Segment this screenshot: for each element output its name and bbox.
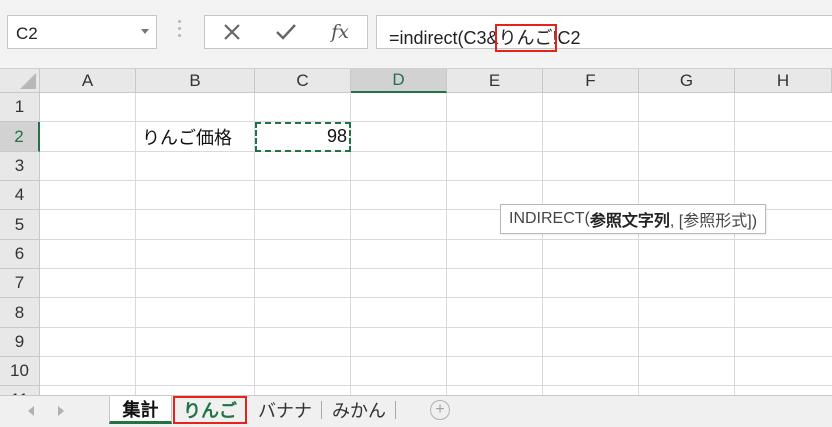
close-icon: [224, 24, 240, 40]
sheet-tab-bar: 集計 りんご バナナ みかん +: [0, 395, 832, 427]
function-tooltip: INDIRECT(参照文字列, [参照形式]): [500, 204, 767, 234]
gridline: [40, 297, 832, 298]
formula-bar-grip: [178, 20, 182, 44]
gridline: [40, 180, 832, 181]
gridline: [40, 239, 832, 240]
row-header-6[interactable]: 6: [0, 240, 40, 269]
tooltip-current-argument[interactable]: 参照文字列: [590, 207, 670, 231]
gridline: [734, 93, 735, 395]
row-header-8[interactable]: 8: [0, 298, 40, 328]
gridline: [40, 268, 832, 269]
column-header-e[interactable]: E: [447, 69, 543, 93]
cell-b2[interactable]: りんご価格: [142, 122, 232, 151]
row-header-10[interactable]: 10: [0, 357, 40, 386]
sheet-tab-summary[interactable]: 集計: [109, 396, 172, 424]
formula-input[interactable]: =indirect(C3&りんご!C2: [376, 15, 832, 52]
sheet-tab-banana[interactable]: バナナ: [250, 396, 320, 424]
column-header-c[interactable]: C: [255, 69, 351, 93]
formula-suffix: !C2: [552, 28, 581, 48]
gridline: [40, 385, 832, 386]
name-box-value: C2: [16, 24, 38, 43]
column-header-a[interactable]: A: [40, 69, 136, 93]
add-sheet-icon[interactable]: +: [430, 400, 450, 420]
column-header-g[interactable]: G: [639, 69, 735, 93]
row-header-2[interactable]: 2: [0, 122, 40, 152]
function-icon: fx: [331, 21, 349, 43]
gridline: [446, 93, 447, 395]
chevron-down-icon[interactable]: [141, 29, 149, 34]
scroll-right-icon[interactable]: [58, 406, 64, 416]
select-all-button[interactable]: [0, 69, 40, 93]
worksheet-grid[interactable]: A B C D E F G H 1 2 3 4 5 6 7 8 9 10 11 …: [0, 69, 832, 395]
gridline: [135, 93, 136, 395]
gridline: [638, 93, 639, 395]
row-header-9[interactable]: 9: [0, 328, 40, 357]
copy-marquee: [255, 122, 351, 152]
formula-prefix: =indirect(C3&: [389, 28, 499, 48]
cancel-button[interactable]: [205, 16, 259, 48]
formula-bar: C2 fx =indirect(C3&りんご!C2: [0, 0, 832, 68]
row-header-4[interactable]: 4: [0, 181, 40, 210]
row-header-3[interactable]: 3: [0, 152, 40, 181]
formula-buttons: fx: [204, 15, 368, 49]
column-header-f[interactable]: F: [543, 69, 639, 93]
insert-function-button[interactable]: fx: [313, 16, 367, 48]
name-box[interactable]: C2: [7, 15, 157, 49]
tab-divider: [395, 401, 396, 419]
formula-text: =indirect(C3&りんご!C2: [389, 24, 581, 52]
row-header-7[interactable]: 7: [0, 269, 40, 298]
gridline: [40, 356, 832, 357]
column-header-b[interactable]: B: [136, 69, 255, 93]
sheet-tab-ringo[interactable]: りんご: [173, 396, 247, 424]
tab-divider: [321, 401, 322, 419]
column-header-d[interactable]: D: [351, 69, 447, 93]
sheet-tab-mikan[interactable]: みかん: [324, 396, 394, 424]
scroll-left-icon[interactable]: [28, 406, 34, 416]
gridline: [542, 93, 543, 395]
gridline: [40, 327, 832, 328]
tooltip-function-name: INDIRECT(: [509, 210, 590, 227]
row-header-1[interactable]: 1: [0, 93, 40, 122]
select-all-triangle-icon: [20, 73, 36, 89]
column-header-h[interactable]: H: [735, 69, 832, 93]
tooltip-remaining-arguments: , [参照形式]): [669, 213, 758, 230]
checkmark-icon: [276, 24, 296, 40]
formula-sheet-reference: りんご: [494, 24, 557, 52]
gridline: [40, 151, 832, 152]
row-header-11[interactable]: 11: [0, 386, 40, 395]
enter-button[interactable]: [259, 16, 313, 48]
row-header-5[interactable]: 5: [0, 210, 40, 240]
